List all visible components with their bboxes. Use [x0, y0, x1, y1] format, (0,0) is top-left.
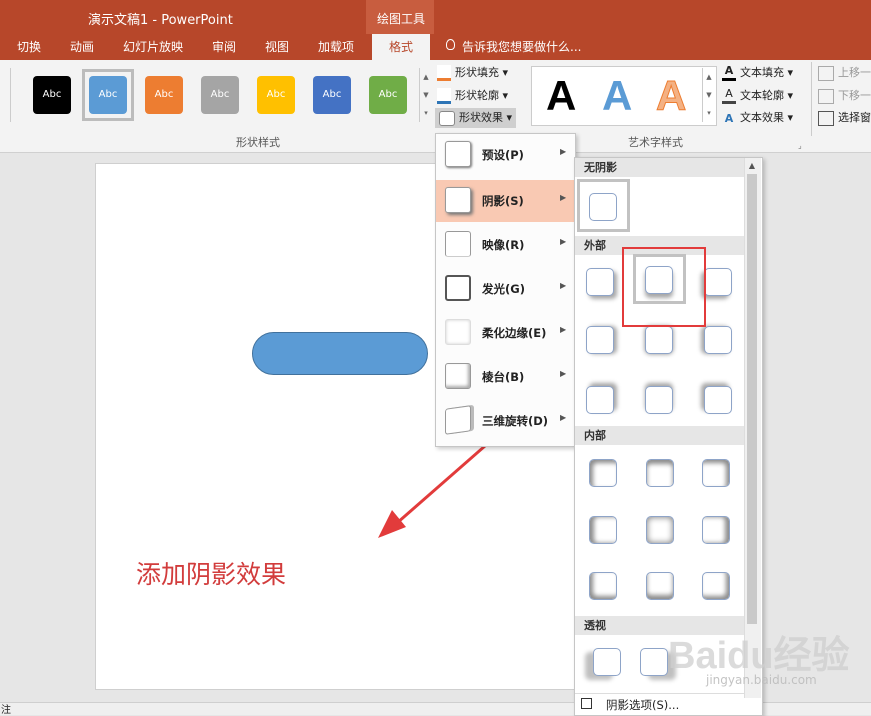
- shadow-inner-right-tile[interactable]: [702, 516, 730, 544]
- section-no-shadow: 无阴影: [575, 158, 744, 177]
- menu-item-3d-rotation[interactable]: 三维旋转(D) ▶: [436, 400, 574, 442]
- preset-icon: [445, 141, 471, 167]
- watermark-url: jingyan.baidu.com: [706, 673, 817, 687]
- submenu-arrow-icon: ▶: [560, 193, 567, 202]
- menu-item-preset[interactable]: 预设(P) ▶: [436, 134, 574, 176]
- shadow-outer-bottom-right-tile[interactable]: [586, 268, 614, 296]
- menu-item-glow-label: 发光(G): [482, 282, 525, 296]
- menu-item-bevel-label: 棱台(B): [482, 370, 525, 384]
- submenu-arrow-icon: ▶: [560, 413, 567, 422]
- bevel-icon: [445, 363, 471, 389]
- shadow-outer-top-left-tile[interactable]: [704, 386, 732, 414]
- menu-item-reflection[interactable]: 映像(R) ▶: [436, 224, 574, 266]
- menu-item-shadow[interactable]: 阴影(S) ▶: [436, 180, 574, 222]
- shadow-perspective-left-tile[interactable]: [593, 648, 621, 676]
- shadow-inner-bottom-tile[interactable]: [646, 572, 674, 600]
- shadow-outer-bottom-left-tile[interactable]: [704, 268, 732, 296]
- reflection-icon: [445, 231, 471, 257]
- shadow-outer-top-right-tile[interactable]: [586, 386, 614, 414]
- menu-item-preset-label: 预设(P): [482, 148, 524, 162]
- menu-item-reflection-label: 映像(R): [482, 238, 525, 252]
- soft-edges-icon: [445, 319, 471, 345]
- scroll-up-icon[interactable]: ▲: [744, 158, 760, 174]
- shadow-options-icon: [581, 698, 592, 709]
- shadow-perspective-right-tile[interactable]: [640, 648, 668, 676]
- shadow-inner-left-tile[interactable]: [589, 516, 617, 544]
- shadow-icon: [445, 187, 471, 213]
- shadow-options-label: 阴影选项(S)...: [606, 698, 680, 712]
- menu-item-glow[interactable]: 发光(G) ▶: [436, 268, 574, 310]
- section-inner: 内部: [575, 426, 744, 445]
- menu-item-soft-edges-label: 柔化边缘(E): [482, 326, 547, 340]
- shadow-outer-top-tile[interactable]: [645, 386, 673, 414]
- current-selection-frame: [577, 179, 630, 232]
- scrollbar-thumb[interactable]: [747, 174, 757, 624]
- submenu-arrow-icon: ▶: [560, 237, 567, 246]
- shadow-inner-bottom-left-tile[interactable]: [589, 572, 617, 600]
- glow-icon: [445, 275, 471, 301]
- menu-item-soft-edges[interactable]: 柔化边缘(E) ▶: [436, 312, 574, 354]
- menu-item-shadow-label: 阴影(S): [482, 194, 524, 208]
- submenu-arrow-icon: ▶: [560, 325, 567, 334]
- shadow-inner-top-right-tile[interactable]: [702, 459, 730, 487]
- shadow-inner-bottom-right-tile[interactable]: [702, 572, 730, 600]
- highlight-box: [622, 247, 706, 327]
- shadow-inner-center-tile[interactable]: [646, 516, 674, 544]
- shadow-outer-center-tile[interactable]: [645, 326, 673, 354]
- shadow-outer-left-tile[interactable]: [704, 326, 732, 354]
- submenu-arrow-icon: ▶: [560, 281, 567, 290]
- menu-item-3d-rotation-label: 三维旋转(D): [482, 414, 549, 428]
- shadow-inner-top-tile[interactable]: [646, 459, 674, 487]
- menu-item-bevel[interactable]: 棱台(B) ▶: [436, 356, 574, 398]
- baidu-jingyan-watermark: Baidu经验: [668, 635, 850, 677]
- submenu-arrow-icon: ▶: [560, 369, 567, 378]
- shadow-inner-top-left-tile[interactable]: [589, 459, 617, 487]
- shadow-outer-right-tile[interactable]: [586, 326, 614, 354]
- 3d-rotation-icon: [445, 405, 471, 435]
- submenu-arrow-icon: ▶: [560, 147, 567, 156]
